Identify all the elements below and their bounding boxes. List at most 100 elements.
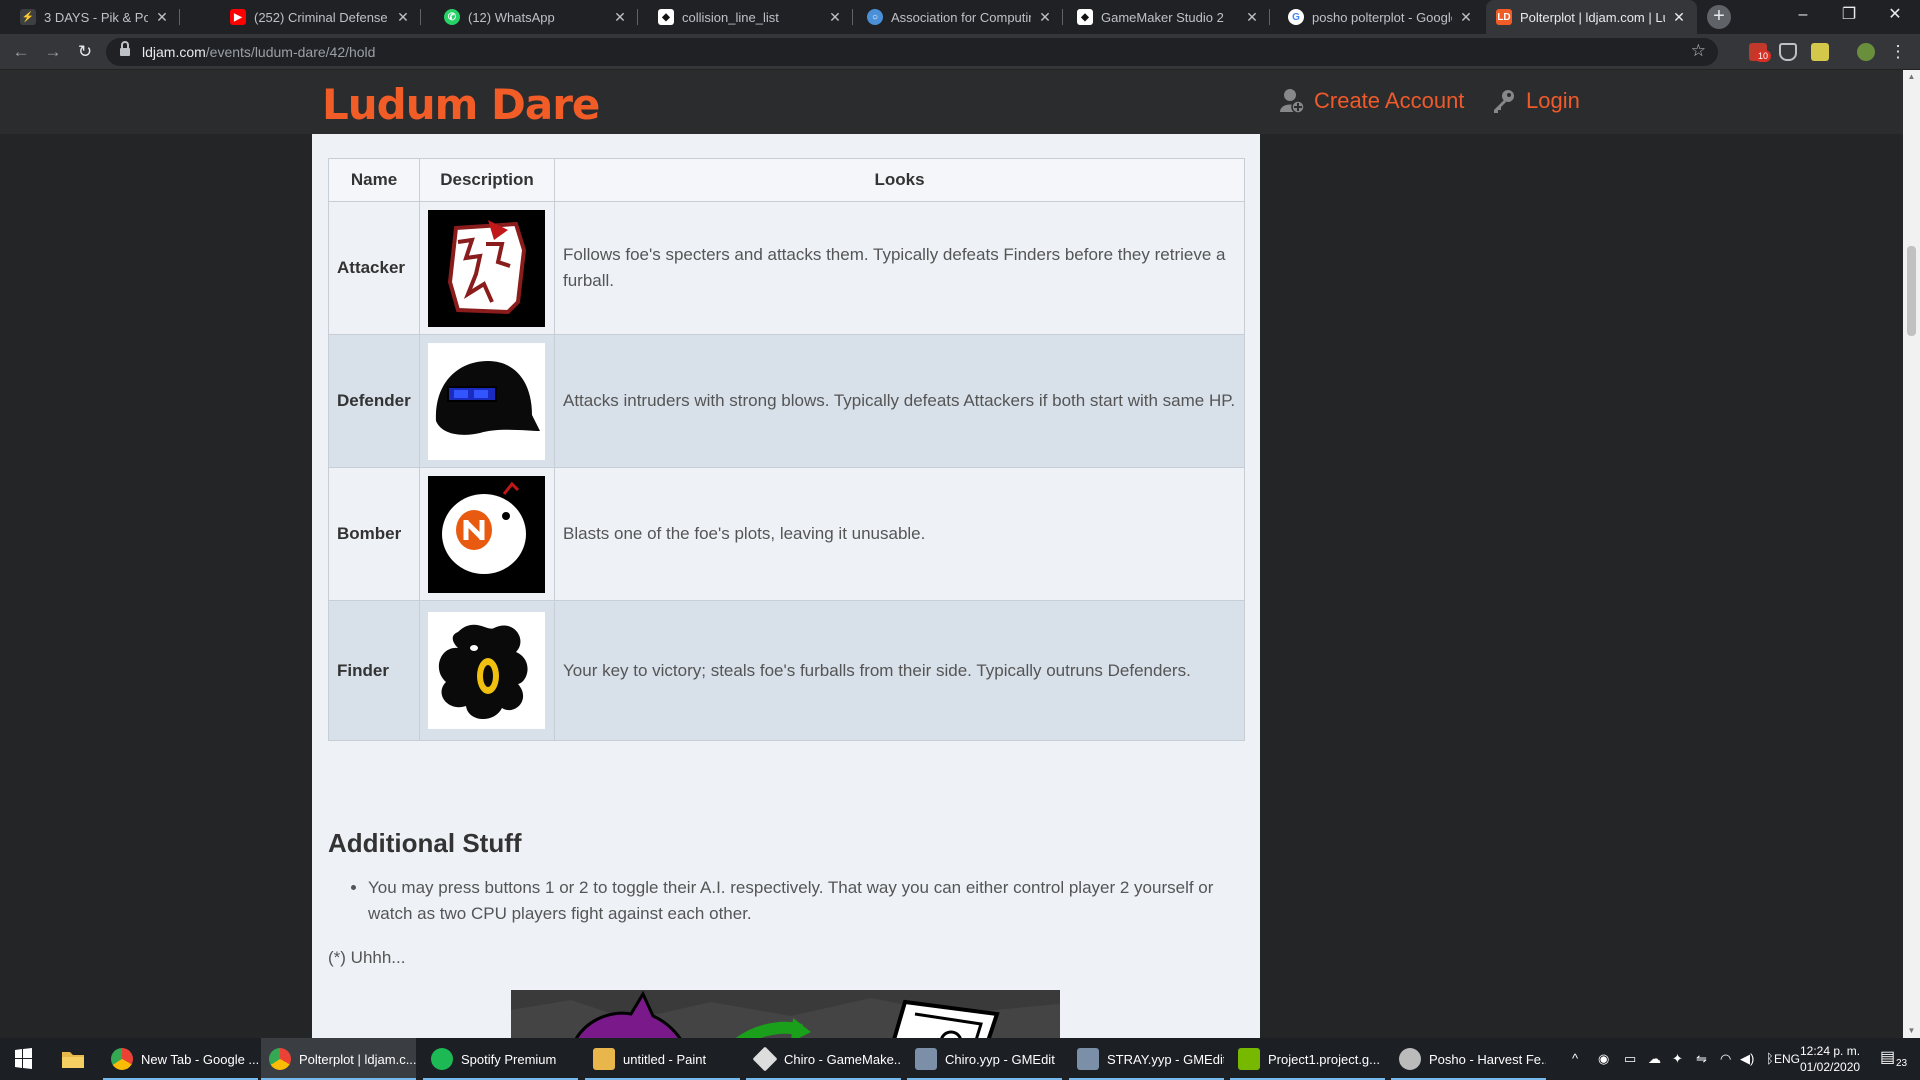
volume-icon[interactable]: ◀) <box>1740 1051 1754 1067</box>
extension-icon[interactable] <box>1811 43 1829 61</box>
tab-title: Association for Computing <box>891 9 1031 25</box>
table-row-defender: Defender Attacks intruders with strong b… <box>328 334 1245 468</box>
taskbar-item-posho[interactable]: Posho - Harvest Fe... <box>1391 1038 1546 1080</box>
url-text[interactable]: ldjam.com/events/ludum-dare/42/hold <box>142 44 375 60</box>
system-clock[interactable]: 12:24 p. m. 01/02/2020 <box>1800 1043 1860 1075</box>
windows-taskbar: New Tab - Google ... Polterplot | ldjam.… <box>0 1038 1920 1080</box>
create-account-link[interactable]: Create Account <box>1280 88 1464 114</box>
language-label: ENG <box>1774 1052 1801 1066</box>
scroll-down-arrow-icon[interactable]: ▼ <box>1903 1024 1920 1038</box>
tab-8-active[interactable]: LD Polterplot | ldjam.com | Lud ✕ <box>1486 0 1697 34</box>
clock-date: 01/02/2020 <box>1800 1060 1861 1074</box>
tab-7[interactable]: G posho polterplot - Google ✕ <box>1278 0 1484 34</box>
dropbox-icon[interactable]: ✦ <box>1672 1051 1683 1067</box>
windows-start-button[interactable] <box>0 1038 46 1080</box>
close-icon[interactable]: ✕ <box>1037 9 1053 26</box>
attacker-portrait <box>428 209 545 327</box>
scrollbar-thumb[interactable] <box>1907 246 1916 336</box>
taskbar-item-new-tab[interactable]: New Tab - Google ... <box>103 1038 258 1080</box>
close-icon[interactable]: ✕ <box>827 9 843 26</box>
character-description: Follows foe's specters and attacks them.… <box>554 201 1245 335</box>
gmedit-icon <box>1077 1048 1099 1070</box>
tab-1[interactable]: ⚡ 3 DAYS - Pik & Pok by Posh ✕ <box>10 0 180 34</box>
cloud-icon[interactable]: ☁ <box>1648 1051 1661 1067</box>
taskbar-item-project1[interactable]: Project1.project.g... <box>1230 1038 1385 1080</box>
notification-icon[interactable]: ▤ <box>1880 1047 1895 1067</box>
table-header-row: Name Description Looks <box>328 158 1245 202</box>
game-screenshot-image <box>511 990 1060 1038</box>
character-portrait-cell <box>419 201 555 335</box>
close-icon[interactable]: ✕ <box>1671 9 1687 26</box>
tab-title: GameMaker Studio 2 <box>1101 9 1224 25</box>
ludum-dare-logo[interactable]: Ludum Dare <box>322 80 600 129</box>
whatsapp-icon: ✆ <box>444 9 460 25</box>
login-link[interactable]: Login <box>1492 88 1580 114</box>
minimize-icon[interactable]: – <box>1780 0 1826 30</box>
column-header-looks: Looks <box>554 158 1245 202</box>
scroll-up-arrow-icon[interactable]: ▲ <box>1903 70 1920 84</box>
battery-icon[interactable]: ▭ <box>1624 1051 1636 1067</box>
back-icon[interactable]: ← <box>8 39 34 65</box>
close-icon[interactable]: ✕ <box>1244 9 1260 26</box>
reload-icon[interactable]: ↻ <box>72 39 98 65</box>
close-icon[interactable]: ✕ <box>1458 9 1474 26</box>
column-header-name: Name <box>328 158 420 202</box>
steam-icon[interactable]: ◉ <box>1598 1051 1609 1067</box>
wifi-icon[interactable]: ◠ <box>1720 1051 1731 1067</box>
window-close-icon[interactable]: ✕ <box>1872 0 1918 30</box>
tab-title: collision_line_list <box>682 9 779 25</box>
tab-5[interactable]: ○ Association for Computing ✕ <box>857 0 1063 34</box>
character-description: Blasts one of the foe's plots, leaving i… <box>554 467 1245 601</box>
gamemaker-icon <box>752 1046 778 1072</box>
game-icon <box>1399 1048 1421 1070</box>
taskbar-label: Polterplot | ldjam.c... <box>299 1051 416 1067</box>
taskbar-item-paint[interactable]: untitled - Paint <box>585 1038 740 1080</box>
page-viewport: Ludum Dare Create Account Login Name Des… <box>0 70 1920 1038</box>
usb-icon[interactable]: ⇋ <box>1696 1051 1707 1067</box>
taskbar-label: New Tab - Google ... <box>141 1051 258 1067</box>
taskbar-item-gmedit-stray[interactable]: STRAY.yyp - GMEdit <box>1069 1038 1224 1080</box>
taskbar-item-polterplot[interactable]: Polterplot | ldjam.c... <box>261 1038 416 1080</box>
browser-toolbar: ← → ↻ ldjam.com/events/ludum-dare/42/hol… <box>0 34 1920 70</box>
new-tab-button[interactable]: + <box>1707 5 1731 29</box>
forward-icon[interactable]: → <box>40 39 66 65</box>
character-name: Finder <box>328 600 420 741</box>
tab-3[interactable]: ✆ (12) WhatsApp ✕ <box>434 0 638 34</box>
tab-2[interactable]: ▶ (252) Criminal Defense Law ✕ <box>220 0 421 34</box>
url-host: ldjam.com <box>142 44 206 60</box>
bomber-portrait <box>428 475 545 593</box>
address-bar[interactable]: ldjam.com/events/ludum-dare/42/hold ☆ <box>106 38 1718 66</box>
profile-avatar[interactable] <box>1857 43 1875 61</box>
close-icon[interactable]: ✕ <box>612 9 628 26</box>
close-icon[interactable]: ✕ <box>154 9 170 26</box>
table-row-attacker: Attacker Follows foe's specters and atta… <box>328 201 1245 335</box>
notification-count: 23 <box>1896 1058 1908 1069</box>
restore-icon[interactable]: ❐ <box>1826 0 1872 30</box>
table-row-finder: Finder Your key to victory; steals foe's… <box>328 600 1245 741</box>
taskbar-label: untitled - Paint <box>623 1051 707 1067</box>
youtube-icon: ▶ <box>230 9 246 25</box>
tab-4[interactable]: ◆ collision_line_list ✕ <box>648 0 853 34</box>
game-icon <box>1238 1048 1260 1070</box>
google-icon: G <box>1288 9 1304 25</box>
menu-kebab-icon[interactable]: ⋮ <box>1885 39 1911 65</box>
tab-6[interactable]: ◆ GameMaker Studio 2 ✕ <box>1067 0 1270 34</box>
file-explorer-icon[interactable] <box>46 1038 100 1080</box>
taskbar-item-gmedit-chiro[interactable]: Chiro.yyp - GMEdit <box>907 1038 1062 1080</box>
page-scrollbar[interactable]: ▲ ▼ <box>1903 70 1920 1038</box>
extension-badge: 10 <box>1755 50 1772 62</box>
lock-icon <box>120 41 130 58</box>
bookmark-star-icon[interactable]: ☆ <box>1691 41 1706 61</box>
key-icon <box>1492 88 1516 114</box>
add-user-icon <box>1280 88 1305 114</box>
close-icon[interactable]: ✕ <box>395 9 411 26</box>
taskbar-item-gamemaker[interactable]: Chiro - GameMake... <box>746 1038 901 1080</box>
language-indicator[interactable]: ENG <box>1768 1038 1800 1080</box>
taskbar-item-spotify[interactable]: Spotify Premium <box>423 1038 578 1080</box>
pocket-icon[interactable] <box>1779 43 1797 61</box>
chrome-icon <box>269 1048 291 1070</box>
chevron-up-icon[interactable]: ^ <box>1572 1051 1578 1066</box>
character-table: Name Description Looks Attacker Follows … <box>328 158 1245 741</box>
column-header-description: Description <box>419 158 555 202</box>
character-name: Defender <box>328 334 420 468</box>
